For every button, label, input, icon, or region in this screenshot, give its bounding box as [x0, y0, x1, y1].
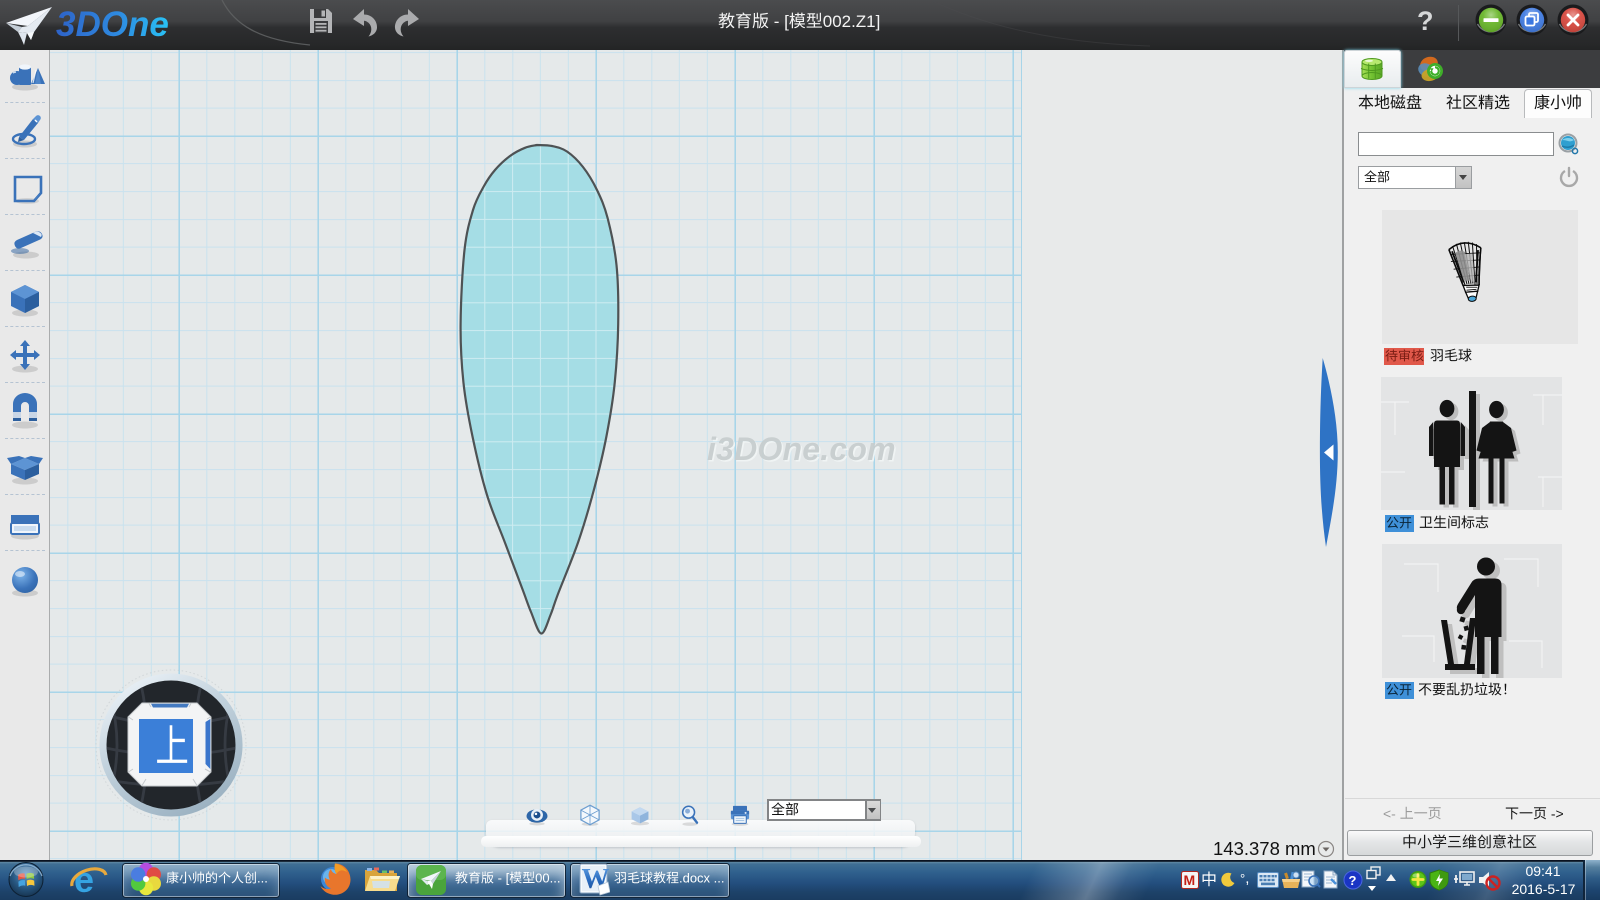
svg-text:[: [: [784, 12, 789, 31]
svg-text:00...: 00...: [535, 871, 560, 885]
svg-text:...: ...: [257, 871, 268, 885]
svg-text:M: M: [1184, 872, 1196, 888]
svg-text:?: ?: [1349, 873, 1357, 888]
svg-text:-: -: [498, 871, 502, 885]
svg-text:[: [: [506, 871, 510, 885]
svg-text:...: ...: [714, 871, 725, 885]
svg-text:002.Z1]: 002.Z1]: [823, 12, 881, 31]
svg-text:.docx: .docx: [679, 871, 711, 885]
svg-text:-: -: [774, 12, 780, 31]
svg-text:<-: <-: [1383, 806, 1396, 821]
svg-text:e: e: [74, 862, 94, 898]
svg-text:->: ->: [1551, 806, 1564, 821]
svg-text:3DOne: 3DOne: [56, 5, 169, 44]
